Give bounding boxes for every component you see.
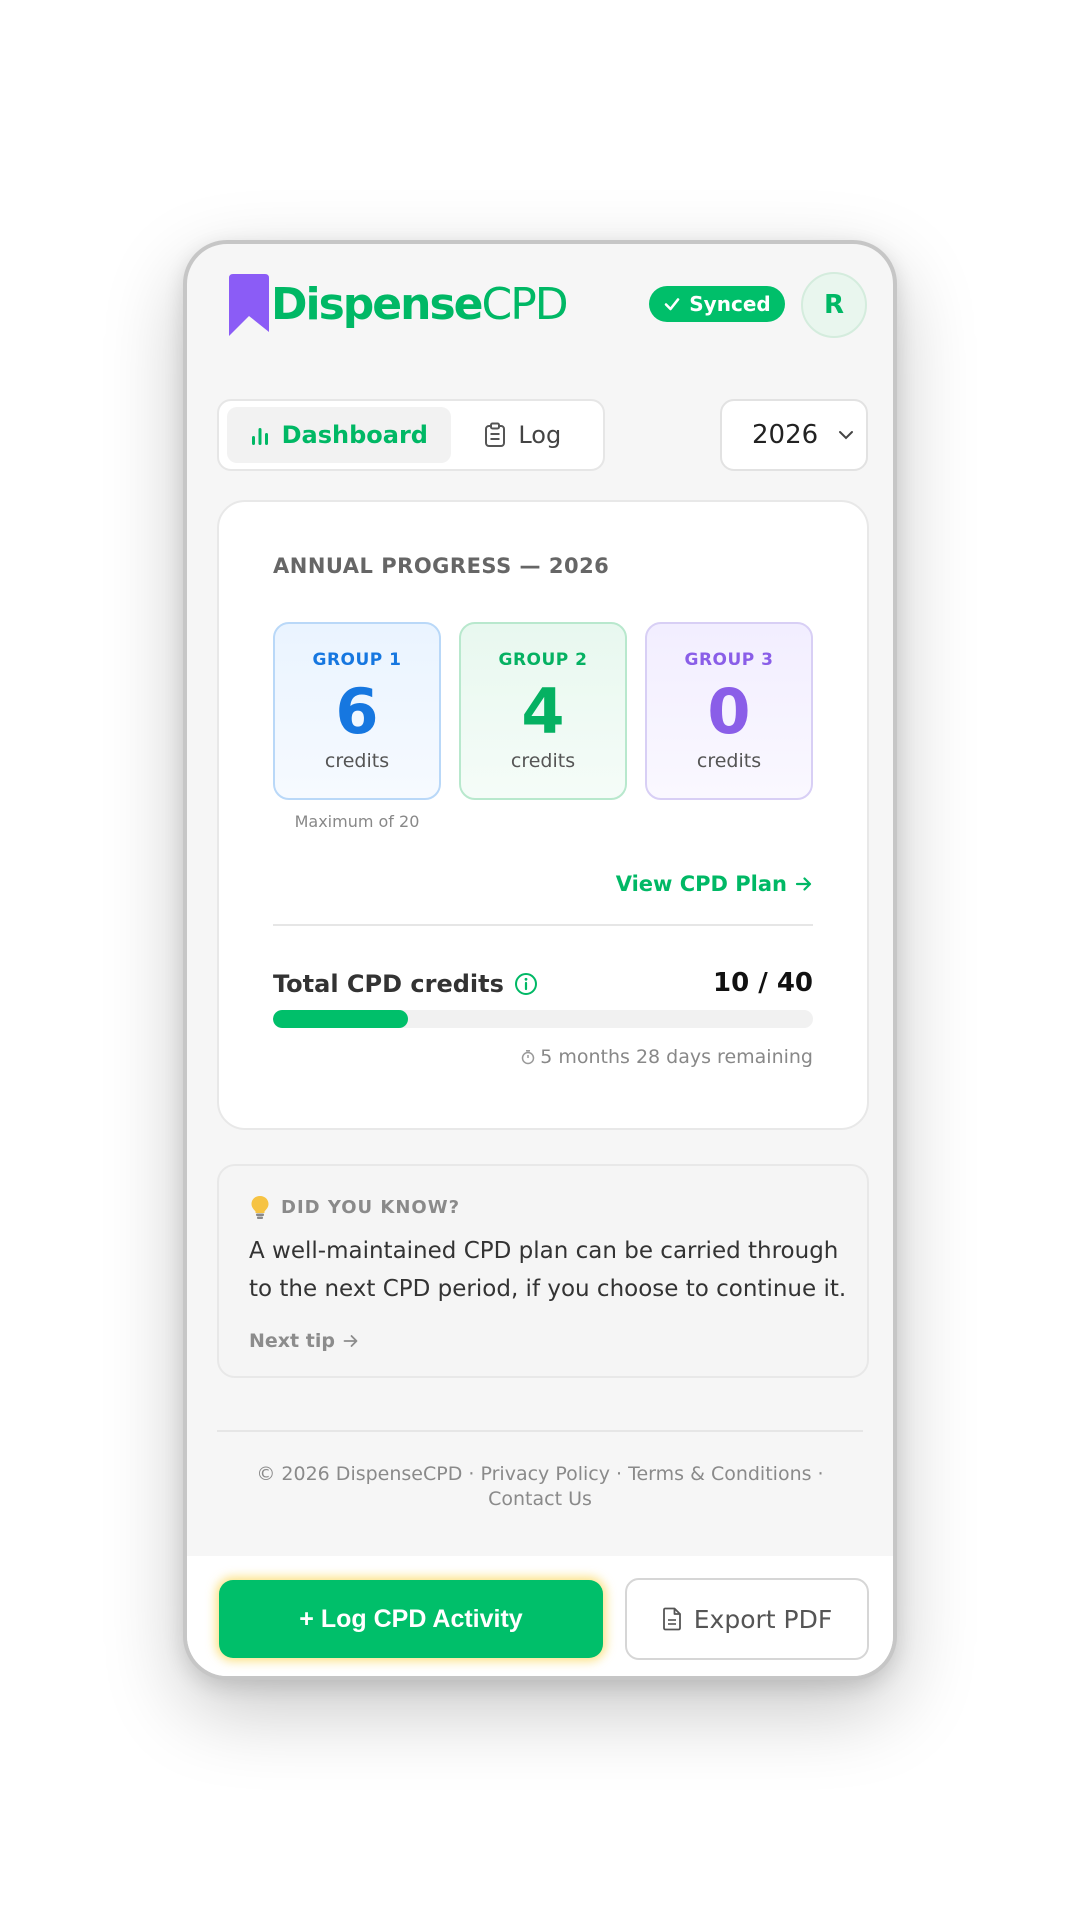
info-icon[interactable] [514,972,538,996]
view-cpd-plan-link[interactable]: View CPD Plan [616,872,813,896]
next-tip-label: Next tip [249,1330,335,1352]
footer-divider [217,1430,863,1432]
group-2-tile[interactable]: GROUP 2 4 credits [459,622,627,800]
time-remaining-text: 5 months 28 days remaining [540,1046,813,1068]
year-select[interactable]: 2026 [720,399,868,471]
logo-wordmark: DispenseCPD [271,283,569,327]
annual-progress-card: ANNUAL PROGRESS — 2026 GROUP 1 6 credits… [217,500,869,1130]
group-credits-value: 4 [521,675,565,748]
total-progress-bar [273,1010,813,1028]
export-pdf-button[interactable]: Export PDF [625,1578,869,1660]
app-logo[interactable]: DispenseCPD [225,274,569,336]
check-icon [664,298,680,311]
export-pdf-label: Export PDF [693,1604,833,1634]
view-cpd-plan-label: View CPD Plan [615,872,787,896]
sync-status-label: Synced [689,292,771,316]
footer-link-privacy[interactable]: Privacy Policy [480,1463,609,1485]
chevron-down-icon [839,431,853,440]
footer: © 2026 DispenseCPD · Privacy Policy · Te… [256,1463,824,1510]
did-you-know-card: DID YOU KNOW? A well-maintained CPD plan… [217,1164,869,1378]
year-select-value: 2026 [752,420,819,450]
group-credits-value: 0 [707,675,751,748]
stopwatch-icon [521,1050,535,1065]
next-tip-button[interactable]: Next tip [249,1330,359,1352]
app-header: DispenseCPD Synced R [187,244,893,374]
tab-dashboard-label: Dashboard [281,421,428,449]
lightbulb-icon [251,1196,269,1219]
bookmark-logo-icon [229,274,269,336]
group-credits-value: 6 [335,675,379,748]
total-credits-text: Total CPD credits [273,970,504,998]
group-credits-unit: credits [696,750,762,772]
footer-link-terms[interactable]: Terms & Conditions [628,1463,811,1485]
user-avatar[interactable]: R [801,272,867,338]
group-label: GROUP 1 [312,650,402,670]
tab-log-label: Log [518,421,562,449]
total-credits-value: 10 / 40 [713,968,813,998]
total-credits-label: Total CPD credits [273,970,538,998]
footer-copyright: © 2026 DispenseCPD [256,1463,463,1485]
view-tabs: Dashboard Log [217,399,605,471]
group-1-maximum-note: Maximum of 20 [294,812,420,831]
footer-link-contact[interactable]: Contact Us [488,1488,592,1510]
arrow-right-icon [795,877,812,891]
group-credits-unit: credits [324,750,390,772]
group-label: GROUP 3 [684,650,774,670]
clipboard-icon [485,422,506,447]
bar-chart-icon [251,428,268,445]
app-window: DispenseCPD Synced R Dashboard Log 2026 … [183,240,897,1680]
arrow-right-icon [343,1335,358,1347]
sync-status-badge: Synced [649,286,785,322]
card-title: ANNUAL PROGRESS — 2026 [273,554,610,578]
group-label: GROUP 2 [498,650,588,670]
card-divider [273,924,813,926]
tip-heading-text: DID YOU KNOW? [281,1196,461,1218]
time-remaining: 5 months 28 days remaining [520,1046,813,1068]
tab-log[interactable]: Log [451,407,595,463]
total-progress-fill [273,1010,408,1028]
logo-word-dispense: Dispense [271,279,483,330]
bottom-action-bar: + Log CPD Activity Export PDF [187,1556,893,1676]
tip-body: A well-maintained CPD plan can be carrie… [249,1238,847,1302]
log-cpd-activity-button[interactable]: + Log CPD Activity [219,1580,603,1658]
tab-dashboard[interactable]: Dashboard [227,407,451,463]
document-icon [662,1607,681,1631]
group-credits-unit: credits [510,750,576,772]
logo-word-cpd: CPD [481,279,569,330]
group-3-tile[interactable]: GROUP 3 0 credits [645,622,813,800]
group-1-tile[interactable]: GROUP 1 6 credits [273,622,441,800]
tip-heading: DID YOU KNOW? [249,1194,460,1220]
